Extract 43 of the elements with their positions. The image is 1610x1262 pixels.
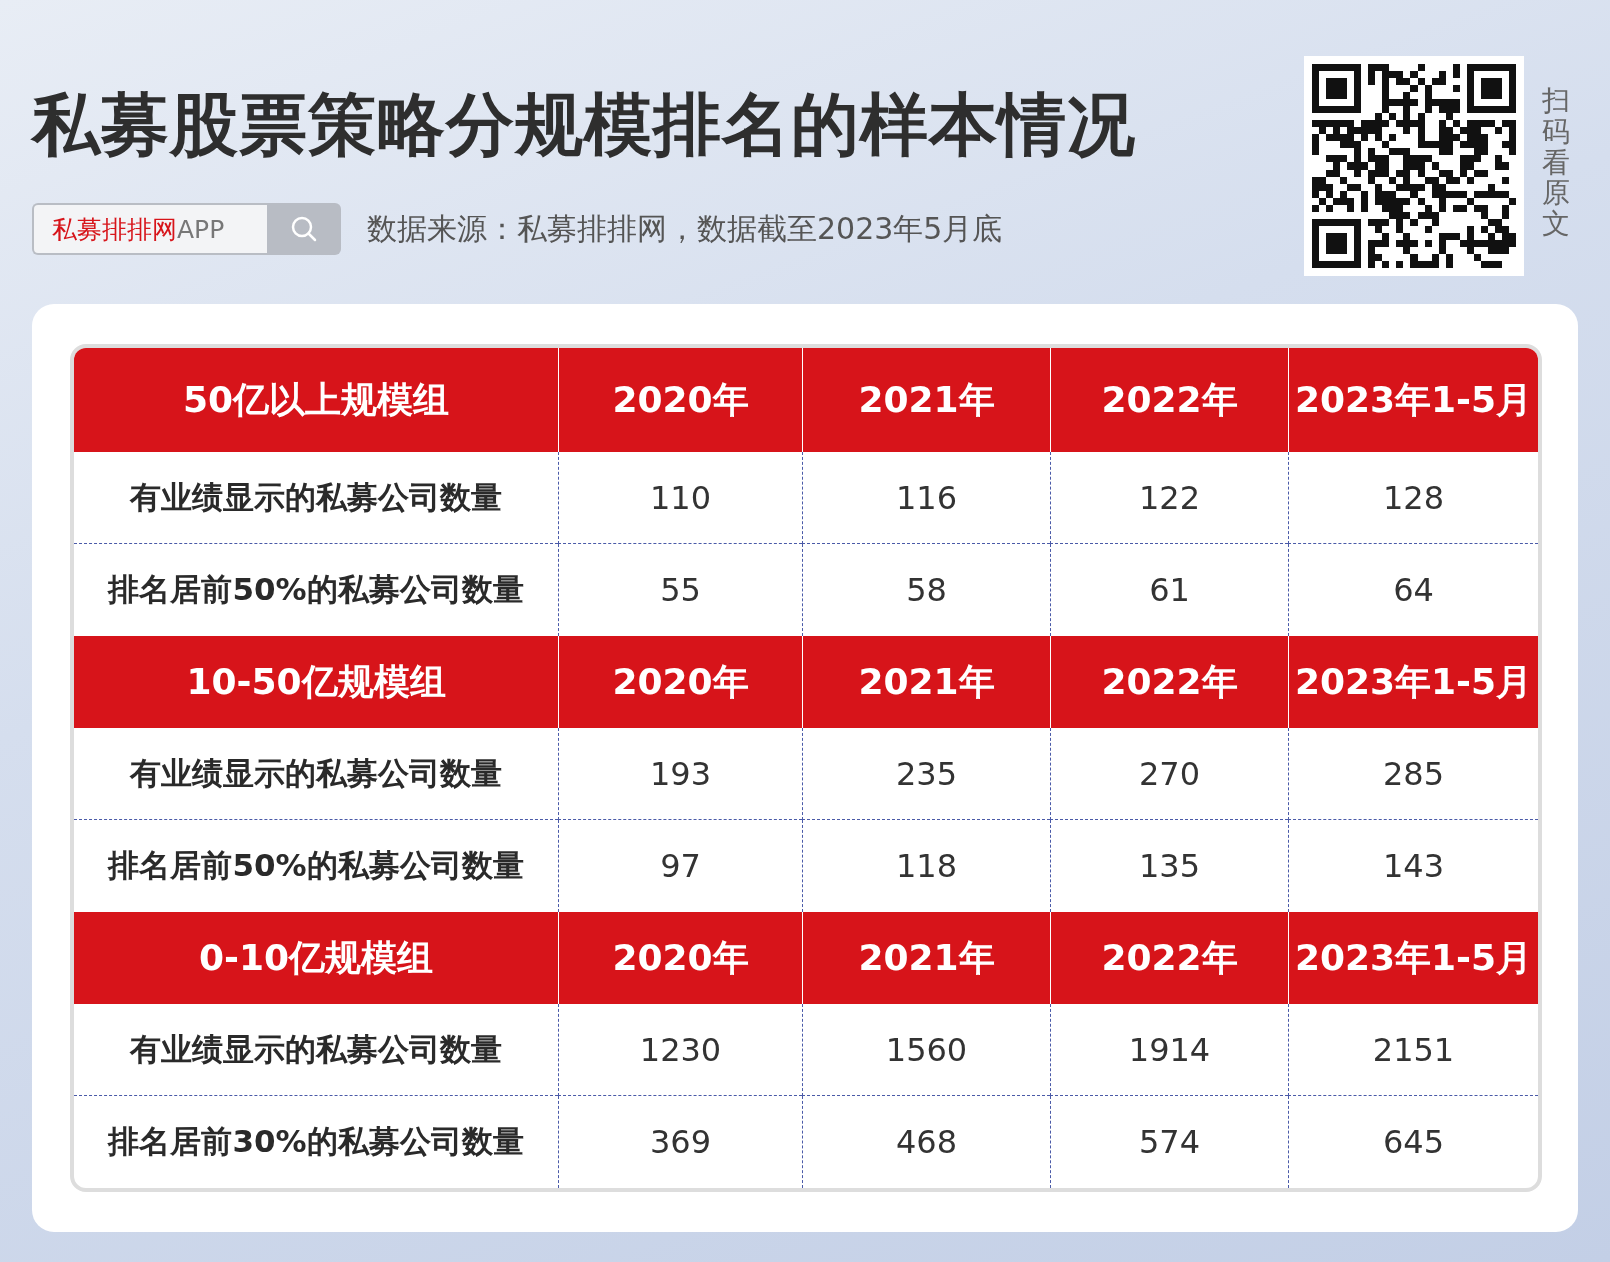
header-cell: 2020年: [558, 636, 802, 728]
table-cell: 116: [802, 452, 1050, 544]
header-cell: 2023年1-5月: [1288, 912, 1538, 1004]
table-cell: 369: [558, 1096, 802, 1188]
row-label: 有业绩显示的私募公司数量: [74, 452, 558, 544]
row-label: 排名居前50%的私募公司数量: [106, 570, 525, 609]
table-cell: 1560: [802, 1004, 1050, 1096]
table-cell: 2151: [1288, 1004, 1538, 1096]
header-cell: 2022年: [1050, 348, 1288, 452]
table-cell: 235: [802, 728, 1050, 820]
table-cell: 285: [1288, 728, 1538, 820]
row-label: 有业绩显示的私募公司数量: [74, 1004, 558, 1096]
header-cell: 2022年: [1050, 912, 1288, 1004]
row-label: 排名居前50%的私募公司数量: [106, 846, 525, 885]
table-cell: 110: [558, 452, 802, 544]
header-cell: 10-50亿规模组: [74, 636, 558, 728]
table-cell: 122: [1050, 452, 1288, 544]
header-cell: 2023年1-5月: [1288, 348, 1538, 452]
row-label: 排名居前30%的私募公司数量: [106, 1122, 525, 1161]
search-field[interactable]: 私募排排网APP: [32, 203, 267, 255]
table-cell: 128: [1288, 452, 1538, 544]
page-title: 私募股票策略分规模排名的样本情况: [32, 84, 1136, 166]
qr-caption: 扫码看原文: [1542, 83, 1570, 243]
header-cell: 2021年: [802, 912, 1050, 1004]
table-cell: 574: [1050, 1096, 1288, 1188]
header-cell: 2023年1-5月: [1288, 636, 1538, 728]
header-cell: 2020年: [558, 348, 802, 452]
table-cell: 1914: [1050, 1004, 1288, 1096]
header-cell: 50亿以上规模组: [74, 348, 558, 452]
table-cell: 645: [1288, 1096, 1538, 1188]
header-cell: 0-10亿规模组: [74, 912, 558, 1004]
header-cell: 2022年: [1050, 636, 1288, 728]
header-cell: 2021年: [802, 348, 1050, 452]
header-cell: 2020年: [558, 912, 802, 1004]
header-cell: 2021年: [802, 636, 1050, 728]
source-note: 数据来源：私募排排网，数据截至2023年5月底: [367, 209, 1003, 248]
table-cell: 270: [1050, 728, 1288, 820]
search-button[interactable]: [267, 203, 341, 255]
row-label: 有业绩显示的私募公司数量: [74, 728, 558, 820]
table-cell: 1230: [558, 1004, 802, 1096]
search-icon: [289, 214, 319, 244]
table-cell: 468: [802, 1096, 1050, 1188]
table-cell: 193: [558, 728, 802, 820]
